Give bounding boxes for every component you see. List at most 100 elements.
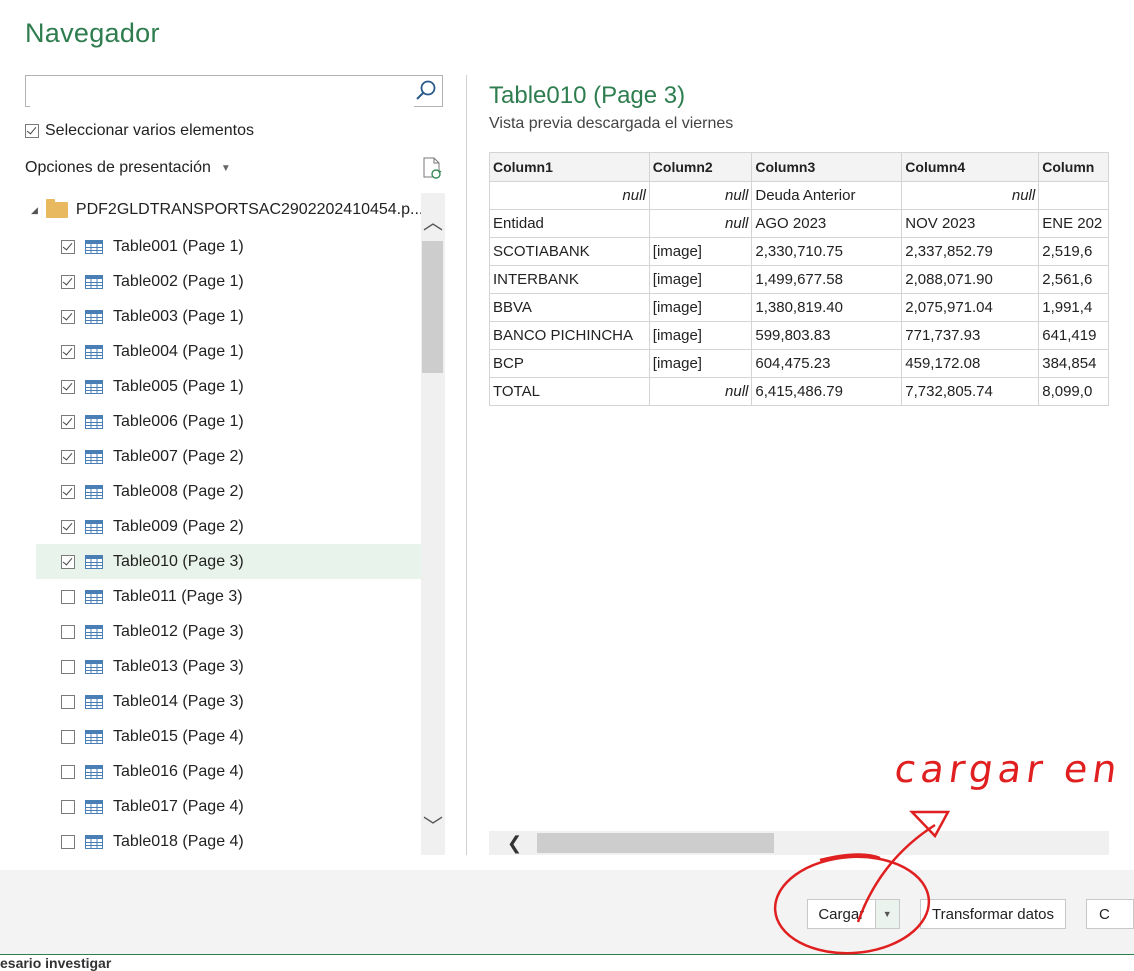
tree-item-checkbox[interactable]	[61, 449, 75, 464]
status-bar-text: esario investigar	[0, 955, 112, 971]
tree-item[interactable]: Table013 (Page 3)	[36, 649, 421, 684]
table-cell: 1,991,4	[1038, 293, 1109, 322]
tree-item[interactable]: Table015 (Page 4)	[36, 719, 421, 754]
tree-item[interactable]: Table009 (Page 2)	[36, 509, 421, 544]
pane-divider[interactable]	[466, 75, 467, 855]
tree-item-checkbox[interactable]	[61, 484, 75, 499]
tree-item-checkbox[interactable]	[61, 589, 75, 604]
table-icon	[85, 764, 103, 779]
table-icon	[85, 694, 103, 709]
tree-item-label: Table010 (Page 3)	[113, 552, 244, 570]
search-box[interactable]	[25, 75, 443, 107]
preview-horizontal-scrollbar[interactable]: ❮	[489, 831, 1109, 855]
column-header[interactable]: Column4	[901, 152, 1040, 182]
preview-subtitle: Vista previa descargada el viernes	[489, 115, 734, 132]
search-input[interactable]	[30, 77, 414, 107]
tree-item-checkbox[interactable]	[61, 554, 75, 569]
cancel-button[interactable]: C	[1086, 899, 1134, 929]
load-button-label[interactable]: Cargar	[808, 906, 875, 923]
table-icon	[85, 274, 103, 289]
table-icon	[85, 484, 103, 499]
tree-item-checkbox[interactable]	[61, 729, 75, 744]
tree-item-label: Table003 (Page 1)	[113, 307, 244, 325]
table-row: BCP [image] 604,475.23 459,172.08 384,854	[489, 349, 1109, 378]
table-cell: 1,499,677.58	[751, 265, 903, 294]
tree-item-label: Table001 (Page 1)	[113, 237, 244, 255]
table-cell: BBVA	[489, 293, 650, 322]
multi-select-checkbox[interactable]	[25, 124, 39, 138]
table-cell: 604,475.23	[751, 349, 903, 378]
column-header[interactable]: Column	[1038, 152, 1109, 182]
table-row: Entidad null AGO 2023 NOV 2023 ENE 202	[489, 209, 1109, 238]
tree-item[interactable]: Table016 (Page 4)	[36, 754, 421, 789]
table-cell: Deuda Anterior	[751, 181, 903, 210]
tree-item[interactable]: Table003 (Page 1)	[36, 299, 421, 334]
tree-item-checkbox[interactable]	[61, 659, 75, 674]
tree-item-checkbox[interactable]	[61, 624, 75, 639]
refresh-icon[interactable]	[421, 156, 443, 180]
table-icon	[85, 729, 103, 744]
scroll-thumb[interactable]	[422, 241, 443, 373]
table-icon	[85, 414, 103, 429]
table-cell: 641,419	[1038, 321, 1109, 350]
table-cell: 2,330,710.75	[751, 237, 903, 266]
tree-item-checkbox[interactable]	[61, 519, 75, 534]
tree-item[interactable]: Table012 (Page 3)	[36, 614, 421, 649]
tree-item-checkbox[interactable]	[61, 379, 75, 394]
multi-select-label: Seleccionar varios elementos	[45, 122, 254, 139]
tree-item[interactable]: Table001 (Page 1)	[36, 229, 421, 264]
tree-item[interactable]: Table011 (Page 3)	[36, 579, 421, 614]
table-cell: 2,075,971.04	[901, 293, 1040, 322]
table-cell: 2,519,6	[1038, 237, 1109, 266]
tree-item-label: Table009 (Page 2)	[113, 517, 244, 535]
tree-item-checkbox[interactable]	[61, 414, 75, 429]
column-header[interactable]: Column2	[648, 152, 753, 182]
tree-item-checkbox[interactable]	[61, 309, 75, 324]
tree-item[interactable]: Table002 (Page 1)	[36, 264, 421, 299]
search-icon[interactable]	[414, 79, 438, 103]
scroll-left-icon[interactable]: ❮	[507, 831, 522, 855]
column-header[interactable]: Column1	[489, 152, 650, 182]
table-cell: BCP	[489, 349, 650, 378]
tree-item[interactable]: Table006 (Page 1)	[36, 404, 421, 439]
tree-folder[interactable]: ◢ PDF2GLDTRANSPORTSAC2902202410454.p...	[31, 199, 423, 219]
tree-scrollbar[interactable]: ︿ ﹀	[421, 193, 445, 855]
tree-item-checkbox[interactable]	[61, 274, 75, 289]
tree-item-checkbox[interactable]	[61, 694, 75, 709]
tree-item-label: Table018 (Page 4)	[113, 832, 244, 850]
load-button[interactable]: Cargar ▼	[807, 899, 900, 929]
table-icon	[85, 239, 103, 254]
display-options-dropdown[interactable]: Opciones de presentación ▼	[25, 159, 231, 177]
scroll-up-icon[interactable]: ︿	[421, 211, 445, 235]
display-options-label: Opciones de presentación	[25, 159, 211, 176]
column-header[interactable]: Column3	[751, 152, 903, 182]
tree-item[interactable]: Table004 (Page 1)	[36, 334, 421, 369]
tree-item-checkbox[interactable]	[61, 799, 75, 814]
table-cell: AGO 2023	[751, 209, 903, 238]
table-cell: 1,380,819.40	[751, 293, 903, 322]
tree-item[interactable]: Table018 (Page 4)	[36, 824, 421, 855]
tree-item[interactable]: Table010 (Page 3)	[36, 544, 421, 579]
tree-item[interactable]: Table017 (Page 4)	[36, 789, 421, 824]
transform-data-button[interactable]: Transformar datos	[920, 899, 1066, 929]
tree-item-checkbox[interactable]	[61, 834, 75, 849]
tree-item[interactable]: Table008 (Page 2)	[36, 474, 421, 509]
tree-item[interactable]: Table014 (Page 3)	[36, 684, 421, 719]
tree-item[interactable]: Table005 (Page 1)	[36, 369, 421, 404]
scroll-down-icon[interactable]: ﹀	[421, 815, 445, 839]
tree-item-checkbox[interactable]	[61, 239, 75, 254]
horizontal-scroll-thumb[interactable]	[537, 833, 774, 853]
tree-item-label: Table005 (Page 1)	[113, 377, 244, 395]
tree-item-checkbox[interactable]	[61, 344, 75, 359]
tree-item[interactable]: Table007 (Page 2)	[36, 439, 421, 474]
table-cell: [image]	[648, 321, 753, 350]
table-row: TOTAL null 6,415,486.79 7,732,805.74 8,099,0	[489, 377, 1109, 406]
collapse-icon[interactable]: ◢	[31, 205, 38, 216]
table-cell: [image]	[648, 293, 753, 322]
load-options-dropdown-icon[interactable]: ▼	[874, 900, 899, 928]
table-icon	[85, 379, 103, 394]
table-icon	[85, 799, 103, 814]
tree-item-label: Table006 (Page 1)	[113, 412, 244, 430]
multi-select-toggle[interactable]: Seleccionar varios elementos	[25, 122, 254, 140]
tree-item-checkbox[interactable]	[61, 764, 75, 779]
